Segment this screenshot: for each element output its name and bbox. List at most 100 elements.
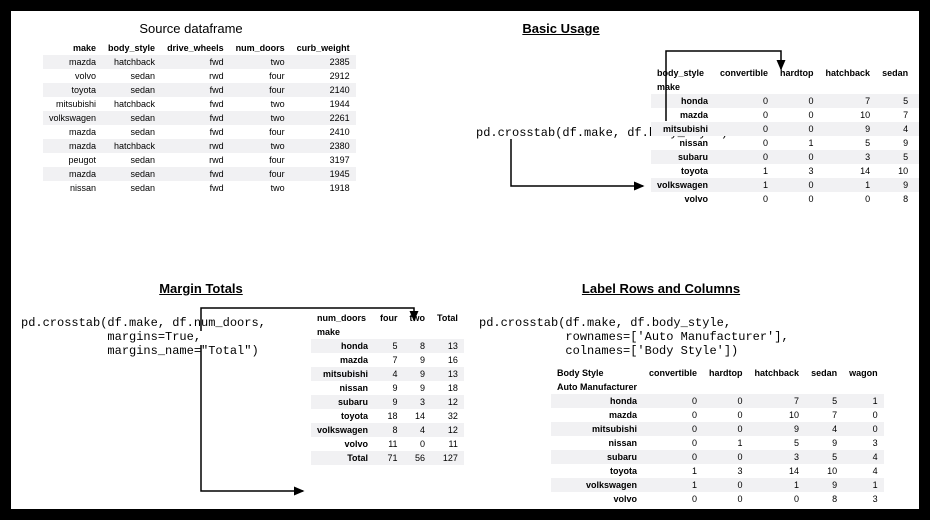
cell: 5 <box>749 436 806 450</box>
col-header: hatchback <box>820 66 877 80</box>
cell: 0 <box>774 150 820 164</box>
table-row: toyotasedanfwdfour2140 <box>43 83 356 97</box>
cell: 5 <box>805 394 843 408</box>
cell: peugot <box>43 153 102 167</box>
cell: 12 <box>431 423 464 437</box>
cell: 0 <box>714 94 774 108</box>
cell: 1 <box>914 178 919 192</box>
table-row: honda5813 <box>311 339 464 353</box>
cell: toyota <box>43 83 102 97</box>
table-row: volvo00083 <box>651 192 919 206</box>
row-header: volvo <box>551 492 643 506</box>
cell: 1 <box>643 478 703 492</box>
row-header: nissan <box>311 381 374 395</box>
cell: 0 <box>703 478 749 492</box>
cell: 3 <box>820 150 877 164</box>
cell: sedan <box>102 181 161 195</box>
cell: 0 <box>774 108 820 122</box>
cell: 4 <box>914 150 919 164</box>
cell: 2261 <box>291 111 356 125</box>
cell: 0 <box>404 437 432 451</box>
cell: 0 <box>714 136 774 150</box>
source-table: makebody_styledrive_wheelsnum_doorscurb_… <box>43 41 356 195</box>
cell: 1 <box>843 478 884 492</box>
cell: 0 <box>914 122 919 136</box>
row-header: mitsubishi <box>311 367 374 381</box>
cell: 9 <box>805 478 843 492</box>
cell: 10 <box>820 108 877 122</box>
cell: 4 <box>876 122 914 136</box>
table-row: volkswagen10191 <box>651 178 919 192</box>
cell: 0 <box>643 422 703 436</box>
table-row: honda00751 <box>651 94 919 108</box>
table-row: mitsubishi4913 <box>311 367 464 381</box>
table-row: subaru9312 <box>311 395 464 409</box>
cell: 0 <box>749 492 806 506</box>
cell: rwd <box>161 69 230 83</box>
cell: 9 <box>404 381 432 395</box>
cell: 0 <box>703 422 749 436</box>
row-header: volkswagen <box>551 478 643 492</box>
cell: 3 <box>843 436 884 450</box>
cell: 18 <box>374 409 404 423</box>
source-col-header: curb_weight <box>291 41 356 55</box>
cell: 9 <box>404 353 432 367</box>
cell: 4 <box>404 423 432 437</box>
cell: 12 <box>431 395 464 409</box>
cell: 0 <box>843 408 884 422</box>
table-row: mazda7916 <box>311 353 464 367</box>
cell: 9 <box>805 436 843 450</box>
table-row: mazdasedanfwdfour2410 <box>43 125 356 139</box>
cell: 2912 <box>291 69 356 83</box>
row-header: honda <box>651 94 714 108</box>
row-header: volkswagen <box>651 178 714 192</box>
table-row: volvo11011 <box>311 437 464 451</box>
cell: 4 <box>805 422 843 436</box>
cell: volvo <box>43 69 102 83</box>
table-row: mazdahatchbackfwdtwo2385 <box>43 55 356 69</box>
cell: four <box>230 69 291 83</box>
table-row: volkswagensedanfwdtwo2261 <box>43 111 356 125</box>
cell: mazda <box>43 55 102 69</box>
col-label: num_doors <box>311 311 374 325</box>
cell: hatchback <box>102 97 161 111</box>
row-header: toyota <box>311 409 374 423</box>
cell: 0 <box>703 394 749 408</box>
row-label: make <box>311 325 374 339</box>
cell: fwd <box>161 181 230 195</box>
table-row: volvo00083 <box>551 492 884 506</box>
cell: 3 <box>404 395 432 409</box>
source-col-header: drive_wheels <box>161 41 230 55</box>
col-header: Total <box>431 311 464 325</box>
label-code: pd.crosstab(df.make, df.body_style, rown… <box>479 316 789 358</box>
cell: 0 <box>714 192 774 206</box>
col-header: wagon <box>914 66 919 80</box>
table-row: mazda001070 <box>651 108 919 122</box>
canvas: Source dataframe makebody_styledrive_whe… <box>11 11 919 509</box>
table-row: mazda001070 <box>551 408 884 422</box>
cell: sedan <box>102 111 161 125</box>
table-row: nissan9918 <box>311 381 464 395</box>
label-table: Body Styleconvertiblehardtophatchbacksed… <box>551 366 884 506</box>
cell: 8 <box>374 423 404 437</box>
cell: mazda <box>43 125 102 139</box>
cell: four <box>230 153 291 167</box>
col-header: convertible <box>643 366 703 380</box>
source-col-header: body_style <box>102 41 161 55</box>
col-header: sedan <box>876 66 914 80</box>
cell: 9 <box>404 367 432 381</box>
table-row: Total7156127 <box>311 451 464 465</box>
table-row: toyota181432 <box>311 409 464 423</box>
cell: 0 <box>643 408 703 422</box>
cell: 1945 <box>291 167 356 181</box>
cell: fwd <box>161 55 230 69</box>
cell: four <box>230 125 291 139</box>
cell: 1918 <box>291 181 356 195</box>
cell: 10 <box>749 408 806 422</box>
cell: 8 <box>876 192 914 206</box>
row-header: subaru <box>651 150 714 164</box>
cell: 5 <box>805 450 843 464</box>
cell: hatchback <box>102 55 161 69</box>
cell: sedan <box>102 167 161 181</box>
cell: 10 <box>805 464 843 478</box>
